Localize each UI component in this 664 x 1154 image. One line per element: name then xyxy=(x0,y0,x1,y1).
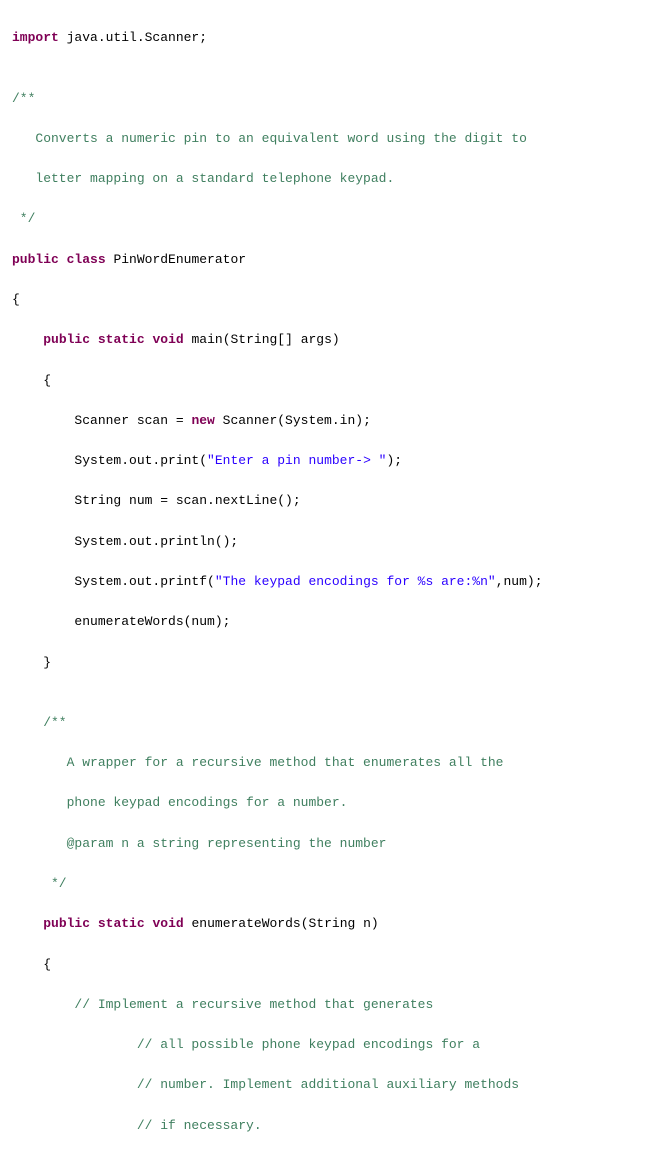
code-line-24: public static void enumerateWords(String… xyxy=(12,914,652,934)
code-line-19: /** xyxy=(12,713,652,733)
code-line-11: Scanner scan = new Scanner(System.in); xyxy=(12,411,652,431)
code-line-23: */ xyxy=(12,874,652,894)
code-line-13: String num = scan.nextLine(); xyxy=(12,491,652,511)
code-line-9: public static void main(String[] args) xyxy=(12,330,652,350)
code-line-7: public class PinWordEnumerator xyxy=(12,250,652,270)
code-line-17: } xyxy=(12,653,652,673)
code-line-26: // Implement a recursive method that gen… xyxy=(12,995,652,1015)
code-line-15: System.out.printf("The keypad encodings … xyxy=(12,572,652,592)
code-editor: import java.util.Scanner; /** Converts a… xyxy=(0,0,664,1154)
code-line-16: enumerateWords(num); xyxy=(12,612,652,632)
code-line-3: /** xyxy=(12,89,652,109)
code-line-29: // if necessary. xyxy=(12,1116,652,1136)
code-line-14: System.out.println(); xyxy=(12,532,652,552)
code-line-22: @param n a string representing the numbe… xyxy=(12,834,652,854)
code-line-28: // number. Implement additional auxiliar… xyxy=(12,1075,652,1095)
code-line-4: Converts a numeric pin to an equivalent … xyxy=(12,129,652,149)
code-line-20: A wrapper for a recursive method that en… xyxy=(12,753,652,773)
code-line-21: phone keypad encodings for a number. xyxy=(12,793,652,813)
code-line-8: { xyxy=(12,290,652,310)
code-line-27: // all possible phone keypad encodings f… xyxy=(12,1035,652,1055)
code-line-1: import java.util.Scanner; xyxy=(12,28,652,48)
code-line-25: { xyxy=(12,955,652,975)
code-line-12: System.out.print("Enter a pin number-> "… xyxy=(12,451,652,471)
code-line-5: letter mapping on a standard telephone k… xyxy=(12,169,652,189)
code-line-6: */ xyxy=(12,209,652,229)
code-line-10: { xyxy=(12,371,652,391)
